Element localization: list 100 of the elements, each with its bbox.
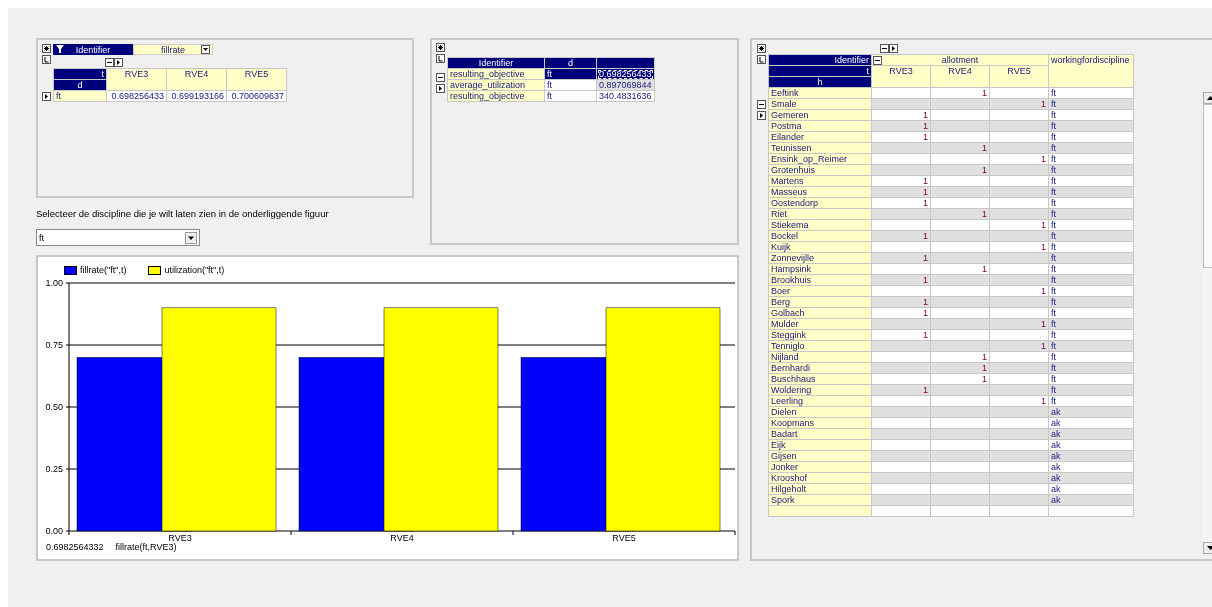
table-cell: 1 xyxy=(871,131,931,143)
row-header: Brookhuis xyxy=(768,274,872,286)
row-header: ft xyxy=(53,90,107,102)
axis-label: 0.25 xyxy=(45,464,63,474)
filter-icon[interactable] xyxy=(56,45,64,53)
row-header: Krooshof xyxy=(768,472,872,484)
table-cell: 0.700609637 xyxy=(226,90,287,102)
row-header: Stiekema xyxy=(768,219,872,231)
table-cell: ak xyxy=(1048,494,1134,506)
row-header: Gemeren xyxy=(768,109,872,121)
table-cell: 1 xyxy=(871,197,931,209)
table-cell: 1 xyxy=(930,164,990,176)
collapse-icon[interactable] xyxy=(105,58,114,67)
expand-arrow-icon[interactable] xyxy=(114,58,123,67)
expand-icon[interactable] xyxy=(436,43,445,52)
discipline-select[interactable]: ft xyxy=(36,229,200,246)
table-cell: ft xyxy=(1048,219,1134,231)
table-cell: ft xyxy=(1048,252,1134,264)
row-header: Kuijk xyxy=(768,241,872,253)
expand-arrow-icon[interactable] xyxy=(889,44,898,53)
table-cell: ft xyxy=(544,68,597,80)
table-cell: ak xyxy=(1048,461,1134,473)
identifier-dropdown[interactable]: fillrate xyxy=(133,44,213,55)
table-cell: ft xyxy=(1048,263,1134,275)
row-header: Buschhaus xyxy=(768,373,872,385)
table-cell: ft xyxy=(1048,164,1134,176)
table-cell: 1 xyxy=(871,120,931,132)
dropdown-arrow-icon[interactable] xyxy=(201,45,210,54)
table-cell: ft xyxy=(1048,175,1134,187)
column-header: RVE3 xyxy=(106,68,167,91)
row-header: Masseus xyxy=(768,186,872,198)
table-cell: ft xyxy=(1048,230,1134,242)
axis-label: 0.50 xyxy=(45,402,63,412)
table-cell: ft xyxy=(1048,142,1134,154)
row-header: Spork xyxy=(768,494,872,506)
row-header: Tenniglo xyxy=(768,340,872,352)
table-cell: 0.897069844 xyxy=(596,79,655,91)
table-cell: 1 xyxy=(871,384,931,396)
table-cell: 1 xyxy=(930,263,990,275)
corner-icon[interactable] xyxy=(757,55,766,64)
axis-label: 1.00 xyxy=(45,278,63,288)
table-cell: ak xyxy=(1048,406,1134,418)
table-cell: ft xyxy=(1048,186,1134,198)
table-cell: ft xyxy=(1048,131,1134,143)
collapse-icon[interactable] xyxy=(873,56,882,65)
table-cell: 1 xyxy=(930,87,990,99)
collapse-icon[interactable] xyxy=(757,100,766,109)
row-header: Bernhardi xyxy=(768,362,872,374)
table-cell: ak xyxy=(1048,439,1134,451)
row-header: average_utilization xyxy=(447,79,545,91)
identifier-header: Identifier xyxy=(768,54,872,66)
expand-arrow-icon[interactable] xyxy=(436,84,445,93)
row-header: Riet xyxy=(768,208,872,220)
table-cell: ak xyxy=(1048,472,1134,484)
row-header: Boer xyxy=(768,285,872,297)
row-header: resulting_objective xyxy=(447,68,545,80)
row-header: Grotenhuis xyxy=(768,164,872,176)
legend-swatch xyxy=(148,265,162,275)
table-cell: ft xyxy=(1048,208,1134,220)
table-cell: 1 xyxy=(871,274,931,286)
expand-arrow-icon[interactable] xyxy=(42,92,51,101)
table-cell: 1 xyxy=(871,252,931,264)
collapse-icon[interactable] xyxy=(436,73,445,82)
column-dimension: t xyxy=(53,68,107,80)
row-dimension: h xyxy=(768,76,872,88)
table-cell: 0.698256433 xyxy=(106,90,167,102)
axis-label: 0.00 xyxy=(45,526,63,536)
row-header: Berg xyxy=(768,296,872,308)
column-header: workingfordiscipline xyxy=(1048,54,1134,88)
row-header: Eeftink xyxy=(768,87,872,99)
axis-label: RVE5 xyxy=(612,533,636,541)
column-header: RVE5 xyxy=(226,68,287,91)
table-cell: 1 xyxy=(930,351,990,363)
row-header: Eijk xyxy=(768,439,872,451)
collapse-icon[interactable] xyxy=(880,44,889,53)
table-cell: 1 xyxy=(871,307,931,319)
corner-icon[interactable] xyxy=(436,54,445,63)
axis-label: RVE4 xyxy=(390,533,414,541)
row-header: Bockel xyxy=(768,230,872,242)
table-cell: 1 xyxy=(989,340,1049,352)
table-cell: 1 xyxy=(989,219,1049,231)
expand-arrow-icon[interactable] xyxy=(757,111,766,120)
column-dimension: t xyxy=(768,65,872,77)
legend-swatch xyxy=(64,265,77,275)
table-cell: 1 xyxy=(871,109,931,121)
expand-icon[interactable] xyxy=(757,44,766,53)
status-value: 0.6982564332 xyxy=(46,542,104,552)
column-group-header: allotment xyxy=(871,54,1049,66)
expand-icon[interactable] xyxy=(42,44,51,53)
row-header: Smale xyxy=(768,98,872,110)
row-header: Leerling xyxy=(768,395,872,407)
table-cell: ft xyxy=(1048,351,1134,363)
table-cell: ft xyxy=(1048,373,1134,385)
corner-icon[interactable] xyxy=(42,55,51,64)
row-header: Nijland xyxy=(768,351,872,363)
status-label: fillrate(ft,RVE3) xyxy=(115,542,177,552)
row-header: Teunissen xyxy=(768,142,872,154)
down-arrow-icon xyxy=(1207,546,1212,550)
table-cell: 1 xyxy=(989,285,1049,297)
table-cell: ft xyxy=(1048,109,1134,121)
